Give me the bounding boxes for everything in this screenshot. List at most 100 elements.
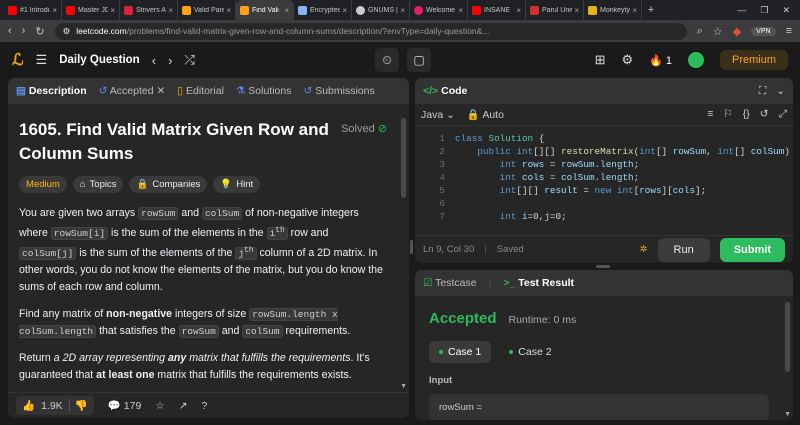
extension-icon[interactable]: ◆ xyxy=(733,25,741,38)
run-button[interactable]: Run xyxy=(657,237,710,262)
browser-tab[interactable]: Parul Univer× xyxy=(526,0,584,20)
collapse-panel-icon[interactable]: ⌄ xyxy=(776,85,785,98)
language-select[interactable]: Java ⌄ xyxy=(421,109,455,121)
close-tab-icon[interactable]: × xyxy=(110,6,115,15)
close-tab-icon[interactable]: × xyxy=(52,6,57,15)
bookmark-icon[interactable]: ☆ xyxy=(713,25,723,38)
close-tab-icon[interactable]: × xyxy=(516,6,521,15)
streak-counter[interactable]: 🔥 1 xyxy=(649,54,672,67)
problem-list-icon[interactable]: ☰ xyxy=(36,52,48,68)
tab-submissions[interactable]: ↺ Submissions xyxy=(303,85,374,97)
line-number: 6 xyxy=(439,198,445,209)
help-icon[interactable]: ? xyxy=(202,400,208,412)
browser-tab[interactable]: Strivers A2Z× xyxy=(120,0,178,20)
hint-chip[interactable]: 💡 Hint xyxy=(213,176,261,193)
case-1-tab[interactable]: Case 1 xyxy=(429,341,492,363)
settings-gear-icon[interactable]: ⚙ xyxy=(622,52,634,68)
problem-title[interactable]: 1605. Find Valid Matrix Given Row and Co… xyxy=(19,118,339,166)
maximize-panel-icon[interactable]: ⛶ xyxy=(759,85,766,98)
tab-solutions[interactable]: ⚗ Solutions xyxy=(236,85,292,97)
submit-button[interactable]: Submit xyxy=(719,237,785,262)
debugger-icon[interactable]: ✲ xyxy=(640,244,648,255)
topics-chip[interactable]: ⌂ Topics xyxy=(72,176,124,193)
editor-status-bar: Ln 9, Col 30 | Saved ✲ Run Submit xyxy=(415,235,793,263)
window-controls: — ❐ ✕ xyxy=(737,5,800,16)
close-tab-icon[interactable]: × xyxy=(574,6,579,15)
thumbs-down-icon[interactable]: 👎 xyxy=(68,399,88,412)
tab-testcase[interactable]: ☑ Testcase xyxy=(423,277,477,289)
new-tab-icon[interactable]: + xyxy=(642,4,660,16)
format-lines-icon[interactable]: ≡ xyxy=(707,108,713,121)
page-favicon-icon xyxy=(530,5,539,15)
close-tab-icon[interactable]: × xyxy=(168,6,173,15)
close-tab-icon[interactable]: × xyxy=(284,6,289,15)
vertical-splitter[interactable] xyxy=(410,240,413,254)
scroll-down-arrow-icon[interactable]: ▼ xyxy=(400,383,407,390)
search-icon[interactable]: ⌕ xyxy=(697,25,703,38)
shuffle-icon[interactable]: ⤮ xyxy=(184,52,194,68)
code-tab[interactable]: </> Code xyxy=(423,85,467,97)
close-icon[interactable]: ✕ xyxy=(156,85,165,97)
prev-problem-icon[interactable]: ‹ xyxy=(152,53,156,68)
browser-tab[interactable]: #1 Introducti× xyxy=(4,0,62,20)
fullscreen-icon[interactable]: ⤢ xyxy=(779,108,787,121)
lock-icon: 🔒 xyxy=(466,109,480,121)
daily-question-title[interactable]: Daily Question xyxy=(59,54,140,66)
description-content: 1605. Find Valid Matrix Given Row and Co… xyxy=(19,118,387,390)
input-value-box: rowSum = xyxy=(429,394,769,420)
leetcode-navbar: ℒ ☰ Daily Question ‹ › ⤮ ⏲ ▢ ⊞ ⚙ 🔥 1 Prem… xyxy=(0,42,800,78)
minimize-icon[interactable]: — xyxy=(737,5,746,16)
close-tab-icon[interactable]: × xyxy=(632,6,637,15)
next-problem-icon[interactable]: › xyxy=(168,53,172,68)
browser-tab[interactable]: Master JDBC× xyxy=(62,0,120,20)
notes-icon[interactable]: ▢ xyxy=(407,48,431,72)
horizontal-splitter[interactable] xyxy=(596,265,610,268)
close-tab-icon[interactable]: × xyxy=(400,6,405,15)
browser-tab-active[interactable]: Find Vali × xyxy=(236,0,294,20)
check-circle-icon: ⊘ xyxy=(377,123,387,135)
share-icon[interactable]: ↗ xyxy=(179,400,188,412)
case-2-tab[interactable]: Case 2 xyxy=(499,341,561,363)
close-window-icon[interactable]: ✕ xyxy=(782,5,790,16)
vpn-badge[interactable]: VPN xyxy=(751,26,776,36)
layout-grid-icon[interactable]: ⊞ xyxy=(595,52,606,68)
back-icon[interactable]: ‹ xyxy=(8,25,12,37)
tab-accepted[interactable]: ↺ Accepted ✕ xyxy=(99,85,166,97)
leetcode-logo-icon[interactable]: ℒ xyxy=(12,50,24,70)
url-field[interactable]: ⚙ leetcode.com/problems/find-valid-matri… xyxy=(54,22,687,40)
reset-icon[interactable]: ↺ xyxy=(760,108,769,121)
reload-icon[interactable]: ↻ xyxy=(35,25,44,38)
tab-test-result[interactable]: >_ Test Result xyxy=(503,277,574,289)
autocomplete-toggle[interactable]: 🔒 Auto xyxy=(467,108,504,121)
thumbs-up-icon[interactable]: 👍 xyxy=(22,399,35,412)
scroll-down-arrow-icon[interactable]: ▼ xyxy=(784,411,791,418)
browser-tab[interactable]: Valid Parenth× xyxy=(178,0,236,20)
url-path: /problems/find-valid-matrix-given-row-an… xyxy=(126,26,490,36)
close-tab-icon[interactable]: × xyxy=(342,6,347,15)
braces-icon[interactable]: {} xyxy=(743,108,750,121)
forward-icon[interactable]: › xyxy=(22,25,26,37)
browser-tab[interactable]: Encrypted or× xyxy=(294,0,352,20)
premium-button[interactable]: Premium xyxy=(719,50,788,70)
timer-icon[interactable]: ⏲ xyxy=(375,48,399,72)
browser-tab[interactable]: Monkeytype× xyxy=(584,0,642,20)
companies-chip[interactable]: 🔒 Companies xyxy=(129,176,208,193)
star-icon[interactable]: ☆ xyxy=(155,400,164,412)
tab-editorial[interactable]: ▯ Editorial xyxy=(177,85,224,97)
bookmark-icon[interactable]: ⚐ xyxy=(723,108,732,121)
description-scrollbar[interactable] xyxy=(401,118,406,198)
site-info-icon[interactable]: ⚙ xyxy=(63,26,71,37)
comments-button[interactable]: 💬 179 xyxy=(108,399,142,412)
browser-tab[interactable]: INSANE × xyxy=(468,0,526,20)
browser-menu-icon[interactable]: ≡ xyxy=(786,25,792,37)
like-count[interactable]: 1.9K xyxy=(41,400,63,412)
close-tab-icon[interactable]: × xyxy=(226,6,231,15)
browser-tab[interactable]: GNUMS | Par× xyxy=(352,0,410,20)
history-icon: ↺ xyxy=(303,85,313,97)
browser-tab[interactable]: Welcome - U× xyxy=(410,0,468,20)
maximize-icon[interactable]: ❐ xyxy=(760,5,768,16)
tab-description[interactable]: ▤ Description xyxy=(16,85,87,97)
close-tab-icon[interactable]: × xyxy=(458,6,463,15)
result-scrollbar[interactable] xyxy=(785,302,790,372)
avatar[interactable] xyxy=(687,52,704,68)
